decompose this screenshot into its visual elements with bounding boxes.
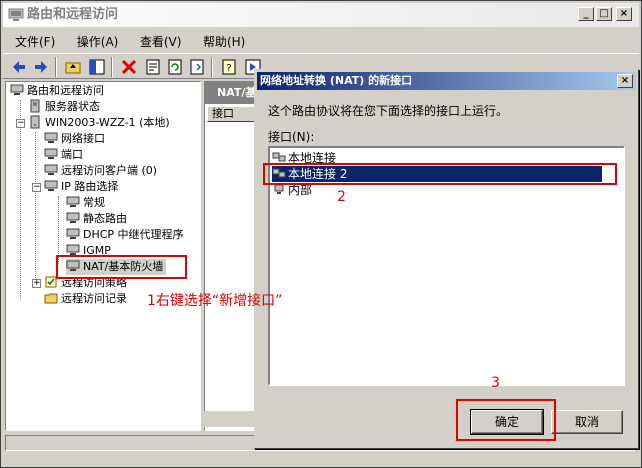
dialog-title: 网络地址转换 (NAT) 的新接口 — [260, 74, 413, 87]
properties-icon[interactable] — [143, 57, 163, 77]
tree-line — [20, 100, 21, 300]
annotation-step-2: 2 — [337, 189, 346, 205]
toolbar-separator — [211, 57, 213, 77]
remote-clients-icon — [44, 164, 58, 175]
toolbar-separator — [55, 57, 57, 77]
maximize-button[interactable]: □ — [596, 7, 612, 21]
server-icon — [30, 115, 40, 129]
svg-text:?: ? — [226, 63, 231, 74]
tree-item-remote-clients[interactable]: 远程访问客户端 (0) — [44, 163, 157, 179]
folder-icon — [44, 293, 58, 304]
delete-icon[interactable] — [119, 57, 139, 77]
tree-item-server[interactable]: WIN2003-WZZ-1 (本地) — [28, 115, 170, 131]
dhcp-relay-icon — [66, 228, 80, 239]
tree-item-root[interactable]: 路由和远程访问 — [10, 83, 104, 99]
tree-item-server-status[interactable]: 服务器状态 — [28, 99, 100, 115]
collapse-toggle[interactable]: − — [32, 183, 41, 192]
menu-action[interactable]: 操作(A) — [65, 31, 125, 50]
general-icon — [66, 196, 80, 207]
tree-item-ip-routing[interactable]: IP 路由选择 — [44, 179, 118, 195]
server-status-icon — [30, 99, 40, 113]
highlight-interface — [263, 163, 617, 185]
interface-list-label: 接口(N): — [268, 130, 315, 144]
highlight-nat — [56, 255, 187, 279]
dialog-close-button[interactable]: × — [617, 74, 633, 88]
new-interface-dialog: 网络地址转换 (NAT) 的新接口 × 这个路由协议将在您下面选择的接口上运行。… — [254, 69, 639, 449]
tree-item-remote-logging[interactable]: 远程访问记录 — [44, 291, 127, 307]
forward-icon[interactable] — [31, 57, 51, 77]
static-routes-icon — [66, 212, 80, 223]
show-tree-icon[interactable] — [87, 57, 107, 77]
column-header-interface[interactable]: 接口 — [207, 106, 255, 122]
tree-line — [35, 132, 36, 280]
tree-item-dhcp-relay[interactable]: DHCP 中继代理程序 — [66, 227, 184, 243]
menu-file[interactable]: 文件(F) — [3, 31, 61, 50]
cancel-button[interactable]: 取消 — [551, 410, 623, 434]
back-icon[interactable] — [9, 57, 29, 77]
expand-toggle[interactable]: + — [32, 279, 41, 288]
refresh-icon[interactable] — [165, 57, 185, 77]
network-connection-icon — [272, 152, 286, 162]
main-window: 路由和远程访问 _ □ × 文件(F) 操作(A) 查看(V) 帮助(H) ? … — [0, 0, 642, 468]
menu-help[interactable]: 帮助(H) — [191, 31, 251, 50]
tree-item-network-interfaces[interactable]: 网络接口 — [44, 131, 105, 147]
routing-root-icon — [10, 84, 24, 95]
tree-item-general[interactable]: 常规 — [66, 195, 105, 211]
up-folder-icon[interactable] — [63, 57, 83, 77]
export-list-icon[interactable] — [187, 57, 207, 77]
highlight-ok — [456, 399, 556, 441]
dialog-title-bar: 网络地址转换 (NAT) 的新接口 × — [257, 72, 636, 90]
menu-view[interactable]: 查看(V) — [128, 31, 188, 50]
tree-line — [58, 196, 59, 264]
collapse-toggle[interactable]: − — [16, 119, 25, 128]
tree-item-static-routes[interactable]: 静态路由 — [66, 211, 127, 227]
help-icon[interactable]: ? — [219, 57, 239, 77]
network-interface-icon — [44, 132, 58, 143]
title-bar: 路由和远程访问 _ □ × — [3, 3, 639, 27]
window-title: 路由和远程访问 — [27, 7, 119, 22]
routing-app-icon — [8, 8, 24, 21]
tree-item-ports[interactable]: 端口 — [44, 147, 83, 163]
toolbar-separator — [111, 57, 113, 77]
annotation-step-3: 3 — [491, 375, 500, 391]
minimize-button[interactable]: _ — [578, 7, 594, 21]
menu-bar: 文件(F) 操作(A) 查看(V) 帮助(H) — [3, 31, 639, 51]
dialog-description: 这个路由协议将在您下面选择的接口上运行。 — [268, 104, 509, 118]
close-button[interactable]: × — [616, 7, 632, 21]
annotation-step-1: 1右键选择“新增接口” — [147, 293, 283, 309]
ip-routing-icon — [44, 180, 58, 191]
ports-icon — [44, 148, 58, 159]
